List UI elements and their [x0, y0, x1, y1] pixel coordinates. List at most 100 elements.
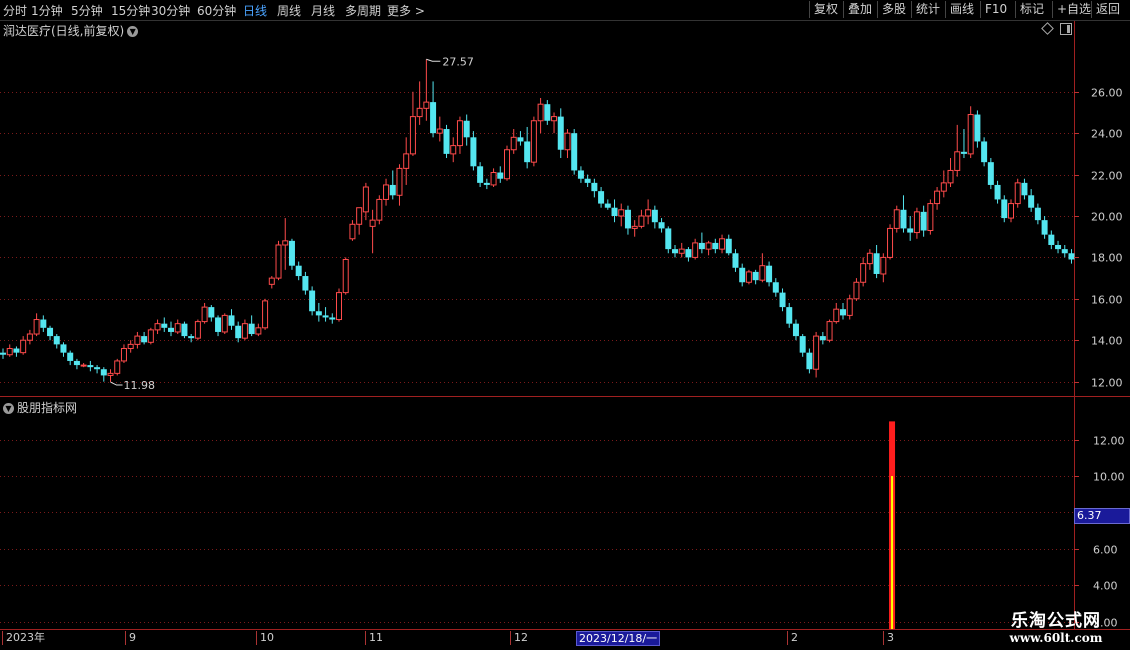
candle [840, 302, 846, 320]
candle-body [483, 182, 490, 185]
candle-body [577, 170, 584, 179]
candle-body [658, 222, 665, 229]
candle [470, 131, 477, 171]
candle [504, 145, 510, 181]
candle-body [571, 133, 578, 171]
candle-body [1008, 203, 1014, 219]
candle [624, 205, 631, 235]
period-tab-10[interactable]: 更多 > [387, 2, 425, 19]
candle [739, 263, 746, 287]
candle [846, 294, 853, 320]
candle-body [450, 145, 457, 155]
candle [786, 302, 793, 328]
period-tab-0[interactable]: 分时 [3, 2, 27, 19]
candle-body [1028, 195, 1035, 208]
toolbar-button-1[interactable]: 叠加 [843, 1, 876, 18]
candle [33, 313, 40, 337]
candle [645, 199, 652, 225]
candle [483, 178, 490, 190]
candle-body [168, 327, 174, 332]
candle [819, 331, 826, 345]
candle [403, 137, 410, 185]
candle-body [80, 364, 87, 367]
candle-body [114, 360, 121, 374]
candle-body [907, 228, 914, 233]
candle-body [47, 327, 54, 337]
toolbar-button-2[interactable]: 多股 [877, 1, 910, 18]
candle-body [235, 325, 242, 339]
x-tick-label: 3 [883, 631, 894, 645]
candle [678, 242, 685, 258]
stock-name-label: 润达医疗(日线,前复权) [3, 24, 125, 38]
period-tab-5[interactable]: 60分钟 [197, 2, 236, 19]
candle [517, 131, 524, 146]
candle [141, 331, 148, 345]
candle [853, 278, 860, 301]
candle-body [873, 253, 880, 274]
toolbar-button-5[interactable]: F10 [980, 1, 1011, 18]
candle [100, 367, 107, 382]
toolbar-button-4[interactable]: 画线 [945, 1, 978, 18]
panel-toggle-icon[interactable] [1060, 23, 1072, 35]
toolbar-button-8[interactable]: 返回 [1091, 1, 1124, 18]
toolbar-button-6[interactable]: 标记 [1015, 1, 1048, 18]
period-tab-2[interactable]: 5分钟 [71, 2, 103, 19]
candle [860, 257, 867, 287]
toolbar-button-7[interactable]: +自选 [1052, 1, 1095, 18]
candle [651, 205, 658, 229]
candle [974, 110, 981, 148]
candle-body [73, 360, 80, 366]
candle-body [510, 136, 517, 151]
indicator-title[interactable]: ▼ 股朋指标网 [3, 399, 77, 416]
candle-body [423, 101, 430, 109]
period-tab-6[interactable]: 日线 [243, 2, 267, 19]
candle-body [866, 252, 873, 265]
candle-body [530, 120, 537, 163]
x-axis: 2023年 9 10 11 12 2 3 [0, 630, 1130, 650]
candle [268, 276, 275, 289]
candle [725, 234, 732, 256]
candle [215, 315, 222, 337]
candle-body [1055, 244, 1062, 250]
chevron-down-icon[interactable]: ▼ [127, 26, 139, 37]
y-tick-label: 10.00 [1093, 471, 1125, 484]
period-tab-1[interactable]: 1分钟 [31, 2, 63, 19]
candle [389, 170, 396, 200]
stock-title[interactable]: 润达医疗(日线,前复权) ▼ [3, 22, 139, 39]
candle-body [1001, 199, 1008, 219]
candle [631, 220, 638, 237]
y-tick-label: 6.00 [1093, 544, 1118, 557]
period-tab-9[interactable]: 多周期 [345, 2, 381, 19]
candle-body [564, 132, 571, 151]
candle [880, 253, 887, 283]
cursor-value-badge: 6.37 [1074, 508, 1130, 524]
candle [376, 195, 383, 225]
period-tab-3[interactable]: 15分钟 [111, 2, 150, 19]
candle [181, 321, 188, 339]
candle-body [537, 103, 544, 122]
period-tab-8[interactable]: 月线 [311, 2, 335, 19]
candle [26, 329, 33, 345]
candle-body [1068, 253, 1075, 260]
chevron-down-icon[interactable]: ▼ [3, 403, 14, 414]
toolbar-button-3[interactable]: 统计 [911, 1, 944, 18]
y-tick-label: 18.00 [1091, 252, 1123, 265]
candle [443, 124, 450, 159]
x-tick-label: 12 [510, 631, 528, 645]
period-tab-4[interactable]: 30分钟 [151, 2, 190, 19]
candle-body [315, 311, 322, 316]
candle [336, 288, 342, 322]
candle-body [772, 282, 779, 293]
y-tick-label: 24.00 [1091, 128, 1123, 141]
candle-body [887, 227, 894, 258]
candle-body [13, 348, 20, 353]
candle-body [739, 267, 746, 283]
period-tab-7[interactable]: 周线 [277, 2, 301, 19]
toolbar-button-0[interactable]: 复权 [809, 1, 842, 18]
x-tick-label: 11 [365, 631, 383, 645]
candle [194, 319, 201, 341]
candle-body [349, 223, 356, 240]
candle [1061, 244, 1068, 258]
candle [409, 91, 416, 156]
candle [114, 358, 121, 376]
